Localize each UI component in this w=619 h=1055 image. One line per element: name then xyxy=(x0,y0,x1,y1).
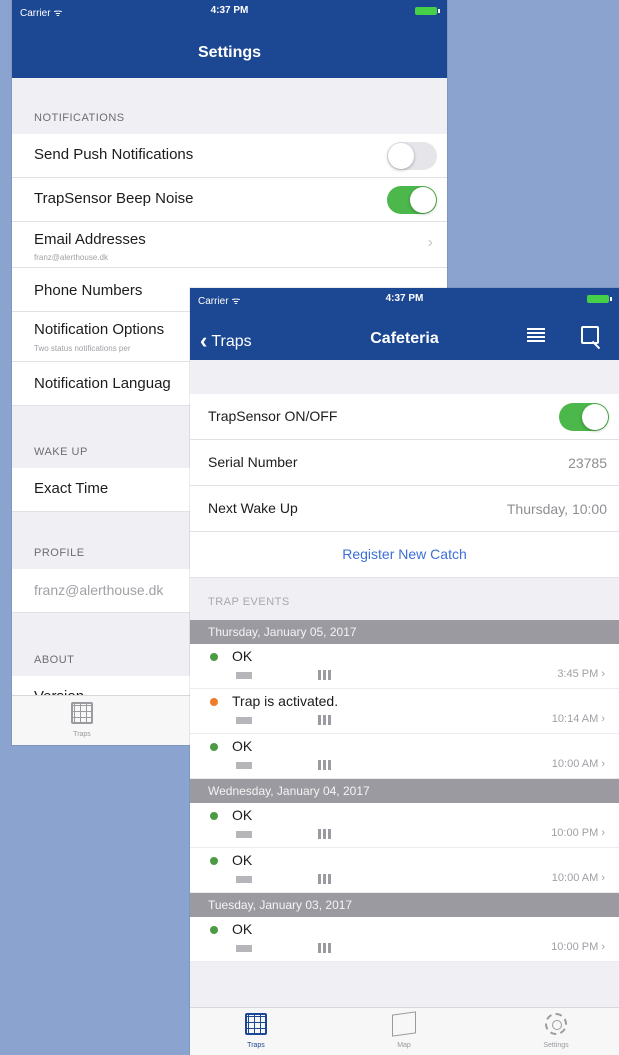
battery-level-icon xyxy=(236,876,252,883)
trap-tab-bar: Traps Map Settings xyxy=(190,1007,619,1055)
email-addresses-label: Email Addresses xyxy=(34,231,146,248)
page-title: Settings xyxy=(197,44,262,61)
status-dot-icon xyxy=(210,743,218,751)
event-time: 10:00 PM › xyxy=(551,827,605,839)
clock: 4:37 PM xyxy=(210,5,249,16)
section-trap-events: TRAP EVENTS xyxy=(208,596,290,608)
trapsensor-onoff-label: TrapSensor ON/OFF xyxy=(208,408,338,424)
event-title: OK xyxy=(232,807,253,823)
next-wake-up-value: Thursday, 10:00 xyxy=(506,501,607,517)
event-time: 10:00 AM › xyxy=(551,758,605,770)
battery-icon xyxy=(415,7,440,15)
event-title: OK xyxy=(232,852,253,868)
push-notifications-toggle[interactable] xyxy=(387,142,437,170)
grid-icon xyxy=(71,702,93,724)
battery-level-icon xyxy=(236,945,252,952)
tab-settings-label: Settings xyxy=(543,1042,569,1049)
register-catch-row: Register New Catch xyxy=(190,532,619,578)
trap-detail-screen: Carrier ᯤ 4:37 PM ‹ Traps Cafeteria TrapS… xyxy=(190,288,619,1055)
battery-level-icon xyxy=(236,672,252,679)
signal-strength-icon xyxy=(318,829,334,839)
push-notifications-label: Send Push Notifications xyxy=(34,146,194,163)
tab-settings[interactable]: Settings xyxy=(526,1013,586,1049)
gear-icon xyxy=(545,1013,567,1035)
trap-event-row[interactable]: OK 10:00 PM › xyxy=(190,803,619,848)
event-time: 3:45 PM › xyxy=(557,668,605,680)
trap-event-row[interactable]: OK 10:00 PM › xyxy=(190,917,619,962)
status-dot-icon xyxy=(210,812,218,820)
trap-navbar: Carrier ᯤ 4:37 PM ‹ Traps Cafeteria xyxy=(190,288,619,360)
tab-map-label: Map xyxy=(397,1042,411,1049)
phone-numbers-label: Phone Numbers xyxy=(34,282,143,299)
trap-events-list: Thursday, January 05, 2017 OK 3:45 PM › Tra… xyxy=(190,620,619,962)
profile-email-value: franz@alerthouse.dk xyxy=(34,582,164,598)
beep-noise-row[interactable]: TrapSensor Beep Noise xyxy=(12,178,447,222)
status-bar: Carrier ᯤ 4:37 PM xyxy=(12,0,447,22)
tab-traps-label: Traps xyxy=(247,1042,265,1049)
beep-noise-label: TrapSensor Beep Noise xyxy=(34,190,194,207)
notification-language-label: Notification Languag xyxy=(34,375,171,392)
event-title: OK xyxy=(232,738,253,754)
event-time: 10:14 AM › xyxy=(551,713,605,725)
notification-options-label: Notification Options xyxy=(34,321,165,338)
next-wake-up-label: Next Wake Up xyxy=(208,500,298,516)
battery-level-icon xyxy=(236,717,252,724)
section-notifications: NOTIFICATIONS xyxy=(34,112,125,124)
event-title: Trap is activated. xyxy=(232,693,339,709)
battery-icon xyxy=(587,295,612,303)
list-icon[interactable] xyxy=(527,328,545,344)
notification-options-value: Two status notifications per xyxy=(34,344,131,353)
serial-number-value: 23785 xyxy=(568,455,607,471)
date-header: Tuesday, January 03, 2017 xyxy=(190,893,619,917)
tab-traps-label: Traps xyxy=(73,731,91,738)
event-title: OK xyxy=(232,648,253,664)
email-addresses-value: franz@alerthouse.dk xyxy=(34,253,108,262)
trap-event-row[interactable]: Trap is activated. 10:14 AM › xyxy=(190,689,619,734)
exact-time-label: Exact Time xyxy=(34,480,109,497)
event-time: 10:00 PM › xyxy=(551,941,605,953)
trapsensor-onoff-row[interactable]: TrapSensor ON/OFF xyxy=(190,394,619,440)
beep-noise-toggle[interactable] xyxy=(387,186,437,214)
serial-number-label: Serial Number xyxy=(208,454,298,470)
email-addresses-row[interactable]: Email Addresses franz@alerthouse.dk › xyxy=(12,222,447,268)
next-wake-up-row[interactable]: Next Wake Up Thursday, 10:00 xyxy=(190,486,619,532)
signal-strength-icon xyxy=(318,715,334,725)
date-header: Wednesday, January 04, 2017 xyxy=(190,779,619,803)
edit-icon[interactable] xyxy=(581,326,599,344)
section-wake-up: WAKE UP xyxy=(34,446,88,458)
section-about: ABOUT xyxy=(34,654,75,666)
register-new-catch-button[interactable]: Register New Catch xyxy=(190,546,619,562)
page-title: Cafeteria xyxy=(370,330,439,347)
status-dot-icon xyxy=(210,698,218,706)
trapsensor-toggle[interactable] xyxy=(559,403,609,431)
event-time: 10:00 AM › xyxy=(551,872,605,884)
event-title: OK xyxy=(232,921,253,937)
signal-strength-icon xyxy=(318,874,334,884)
serial-number-row: Serial Number 23785 xyxy=(190,440,619,486)
chevron-right-icon: › xyxy=(427,234,433,251)
status-bar: Carrier ᯤ 4:37 PM xyxy=(190,288,619,314)
signal-strength-icon xyxy=(318,670,334,680)
status-dot-icon xyxy=(210,857,218,865)
date-header: Thursday, January 05, 2017 xyxy=(190,620,619,644)
trap-event-row[interactable]: OK 3:45 PM › xyxy=(190,644,619,689)
status-dot-icon xyxy=(210,653,218,661)
map-icon xyxy=(392,1011,416,1037)
battery-level-icon xyxy=(236,762,252,769)
tab-traps[interactable]: Traps xyxy=(62,702,102,738)
tab-map[interactable]: Map xyxy=(374,1011,434,1049)
battery-level-icon xyxy=(236,831,252,838)
grid-icon xyxy=(245,1013,267,1035)
status-dot-icon xyxy=(210,926,218,934)
settings-navbar: Carrier ᯤ 4:37 PM Settings xyxy=(12,0,447,78)
tab-traps[interactable]: Traps xyxy=(226,1013,286,1049)
section-profile: PROFILE xyxy=(34,547,85,559)
signal-strength-icon xyxy=(318,760,334,770)
push-notifications-row[interactable]: Send Push Notifications xyxy=(12,134,447,178)
trap-event-row[interactable]: OK 10:00 AM › xyxy=(190,848,619,893)
clock: 4:37 PM xyxy=(385,293,424,304)
signal-strength-icon xyxy=(318,943,334,953)
trap-event-row[interactable]: OK 10:00 AM › xyxy=(190,734,619,779)
